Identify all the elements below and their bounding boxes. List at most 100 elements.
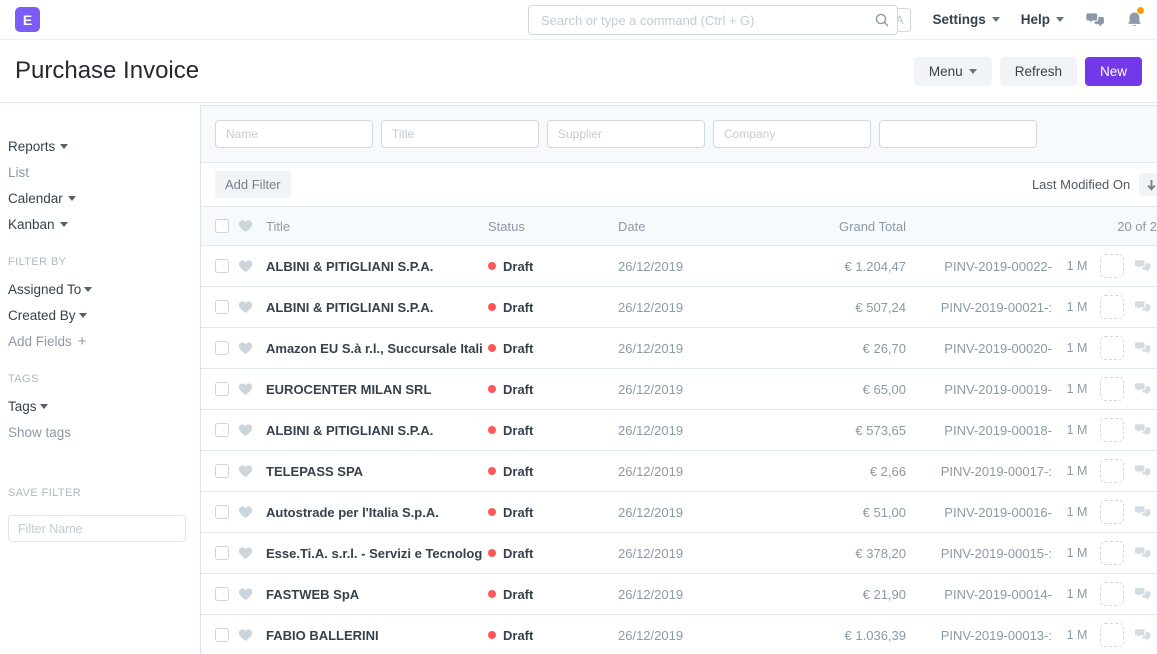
- filter-name-input[interactable]: [8, 515, 186, 542]
- row-id: :-PINV-2019-00015: [906, 546, 1052, 561]
- like-icon[interactable]: [238, 505, 253, 519]
- record-count[interactable]: 20 of 22: [906, 219, 1157, 234]
- refresh-button[interactable]: Refresh: [1000, 57, 1077, 86]
- row-date: 26/12/2019: [618, 341, 748, 356]
- sidebar-item-assigned-to[interactable]: Assigned To: [8, 282, 186, 297]
- row-title[interactable]: Autostrade per l'Italia S.p.A.: [266, 505, 482, 520]
- sidebar-item-tags[interactable]: Tags: [8, 399, 186, 414]
- table-row[interactable]: EUROCENTER MILAN SRL Draft 26/12/2019 € …: [201, 369, 1157, 410]
- like-icon[interactable]: [238, 464, 253, 478]
- row-title[interactable]: Esse.Ti.A. s.r.l. - Servizi e Tecnolog: [266, 546, 482, 561]
- like-icon[interactable]: [238, 587, 253, 601]
- filter-input-company[interactable]: [713, 120, 871, 148]
- assign-placeholder[interactable]: [1100, 254, 1124, 278]
- sidebar-item-reports[interactable]: Reports: [8, 139, 186, 154]
- row-title[interactable]: ALBINI & PITIGLIANI S.P.A.: [266, 300, 482, 315]
- row-checkbox[interactable]: [215, 423, 229, 437]
- add-filter-button[interactable]: Add Filter: [215, 171, 291, 198]
- row-title[interactable]: TELEPASS SPA: [266, 464, 482, 479]
- table-row[interactable]: ALBINI & PITIGLIANI S.P.A. Draft 26/12/2…: [201, 410, 1157, 451]
- table-row[interactable]: FASTWEB SpA Draft 26/12/2019 € 21,90 -PI…: [201, 574, 1157, 615]
- table-row[interactable]: TELEPASS SPA Draft 26/12/2019 € 2,66 :-P…: [201, 451, 1157, 492]
- table-row[interactable]: FABIO BALLERINI Draft 26/12/2019 € 1.036…: [201, 615, 1157, 654]
- row-modified: 1 M: [1058, 587, 1096, 601]
- search-input[interactable]: [528, 5, 898, 35]
- column-status[interactable]: Status: [488, 219, 618, 234]
- row-title[interactable]: FABIO BALLERINI: [266, 628, 482, 643]
- row-comments: 0: [1134, 423, 1157, 438]
- menu-button[interactable]: Menu: [914, 57, 992, 86]
- row-status: Draft: [488, 423, 618, 438]
- filter-input-title[interactable]: [381, 120, 539, 148]
- row-title[interactable]: EUROCENTER MILAN SRL: [266, 382, 482, 397]
- row-checkbox[interactable]: [215, 505, 229, 519]
- row-title[interactable]: ALBINI & PITIGLIANI S.P.A.: [266, 259, 482, 274]
- status-dot-icon: [488, 590, 496, 598]
- row-title[interactable]: FASTWEB SpA: [266, 587, 482, 602]
- status-label: Draft: [503, 341, 533, 356]
- filter-input-extra[interactable]: [879, 120, 1037, 148]
- like-icon[interactable]: [238, 259, 253, 273]
- table-row[interactable]: ALBINI & PITIGLIANI S.P.A. Draft 26/12/2…: [201, 287, 1157, 328]
- assign-placeholder[interactable]: [1100, 500, 1124, 524]
- row-checkbox[interactable]: [215, 628, 229, 642]
- row-checkbox[interactable]: [215, 464, 229, 478]
- assign-placeholder[interactable]: [1100, 336, 1124, 360]
- row-checkbox[interactable]: [215, 300, 229, 314]
- like-icon[interactable]: [238, 546, 253, 560]
- assign-placeholder[interactable]: [1100, 377, 1124, 401]
- like-icon[interactable]: [238, 628, 253, 642]
- chat-icon[interactable]: [1085, 12, 1106, 28]
- like-icon[interactable]: [238, 423, 253, 437]
- column-grand-total[interactable]: Grand Total: [748, 219, 906, 234]
- assign-placeholder[interactable]: [1100, 459, 1124, 483]
- comment-icon: [1134, 423, 1152, 437]
- like-filter-icon[interactable]: [238, 219, 253, 233]
- sort-field-label[interactable]: Last Modified On: [1032, 177, 1130, 192]
- table-row[interactable]: ALBINI & PITIGLIANI S.P.A. Draft 26/12/2…: [201, 246, 1157, 287]
- table-row[interactable]: Esse.Ti.A. s.r.l. - Servizi e Tecnolog D…: [201, 533, 1157, 574]
- like-icon[interactable]: [238, 300, 253, 314]
- sidebar-item-created-by[interactable]: Created By: [8, 308, 186, 323]
- like-icon[interactable]: [238, 382, 253, 396]
- row-checkbox[interactable]: [215, 382, 229, 396]
- notifications-bell-icon[interactable]: [1127, 11, 1142, 28]
- assigned-to-label: Assigned To: [8, 282, 81, 297]
- row-checkbox[interactable]: [215, 587, 229, 601]
- chevron-down-icon: [40, 404, 48, 409]
- row-id: :-PINV-2019-00021: [906, 300, 1052, 315]
- sort-direction-button[interactable]: [1139, 173, 1157, 196]
- sidebar-item-calendar[interactable]: Calendar: [8, 191, 186, 206]
- row-checkbox[interactable]: [215, 546, 229, 560]
- column-date[interactable]: Date: [618, 219, 748, 234]
- column-title[interactable]: Title: [266, 219, 482, 234]
- table-row[interactable]: Amazon EU S.à r.l., Succursale Itali Dra…: [201, 328, 1157, 369]
- new-button[interactable]: New: [1085, 57, 1142, 86]
- select-all-checkbox[interactable]: [215, 219, 229, 233]
- sidebar-item-show-tags[interactable]: Show tags: [8, 425, 186, 440]
- row-checkbox[interactable]: [215, 341, 229, 355]
- settings-menu[interactable]: Settings: [932, 12, 999, 27]
- assign-placeholder[interactable]: [1100, 418, 1124, 442]
- row-date: 26/12/2019: [618, 259, 748, 274]
- help-menu[interactable]: Help: [1021, 12, 1064, 27]
- row-status: Draft: [488, 300, 618, 315]
- assign-placeholder[interactable]: [1100, 541, 1124, 565]
- status-dot-icon: [488, 549, 496, 557]
- assign-placeholder[interactable]: [1100, 623, 1124, 647]
- app-logo[interactable]: E: [15, 7, 40, 32]
- status-label: Draft: [503, 587, 533, 602]
- sidebar-item-kanban[interactable]: Kanban: [8, 217, 186, 232]
- row-title[interactable]: ALBINI & PITIGLIANI S.P.A.: [266, 423, 482, 438]
- table-row[interactable]: Autostrade per l'Italia S.p.A. Draft 26/…: [201, 492, 1157, 533]
- row-status: Draft: [488, 341, 618, 356]
- row-title[interactable]: Amazon EU S.à r.l., Succursale Itali: [266, 341, 482, 356]
- assign-placeholder[interactable]: [1100, 582, 1124, 606]
- row-checkbox[interactable]: [215, 259, 229, 273]
- like-icon[interactable]: [238, 341, 253, 355]
- sidebar-item-list[interactable]: List: [8, 165, 186, 180]
- assign-placeholder[interactable]: [1100, 295, 1124, 319]
- sidebar-item-add-fields[interactable]: Add Fields+: [8, 334, 186, 349]
- filter-input-name[interactable]: [215, 120, 373, 148]
- filter-input-supplier[interactable]: [547, 120, 705, 148]
